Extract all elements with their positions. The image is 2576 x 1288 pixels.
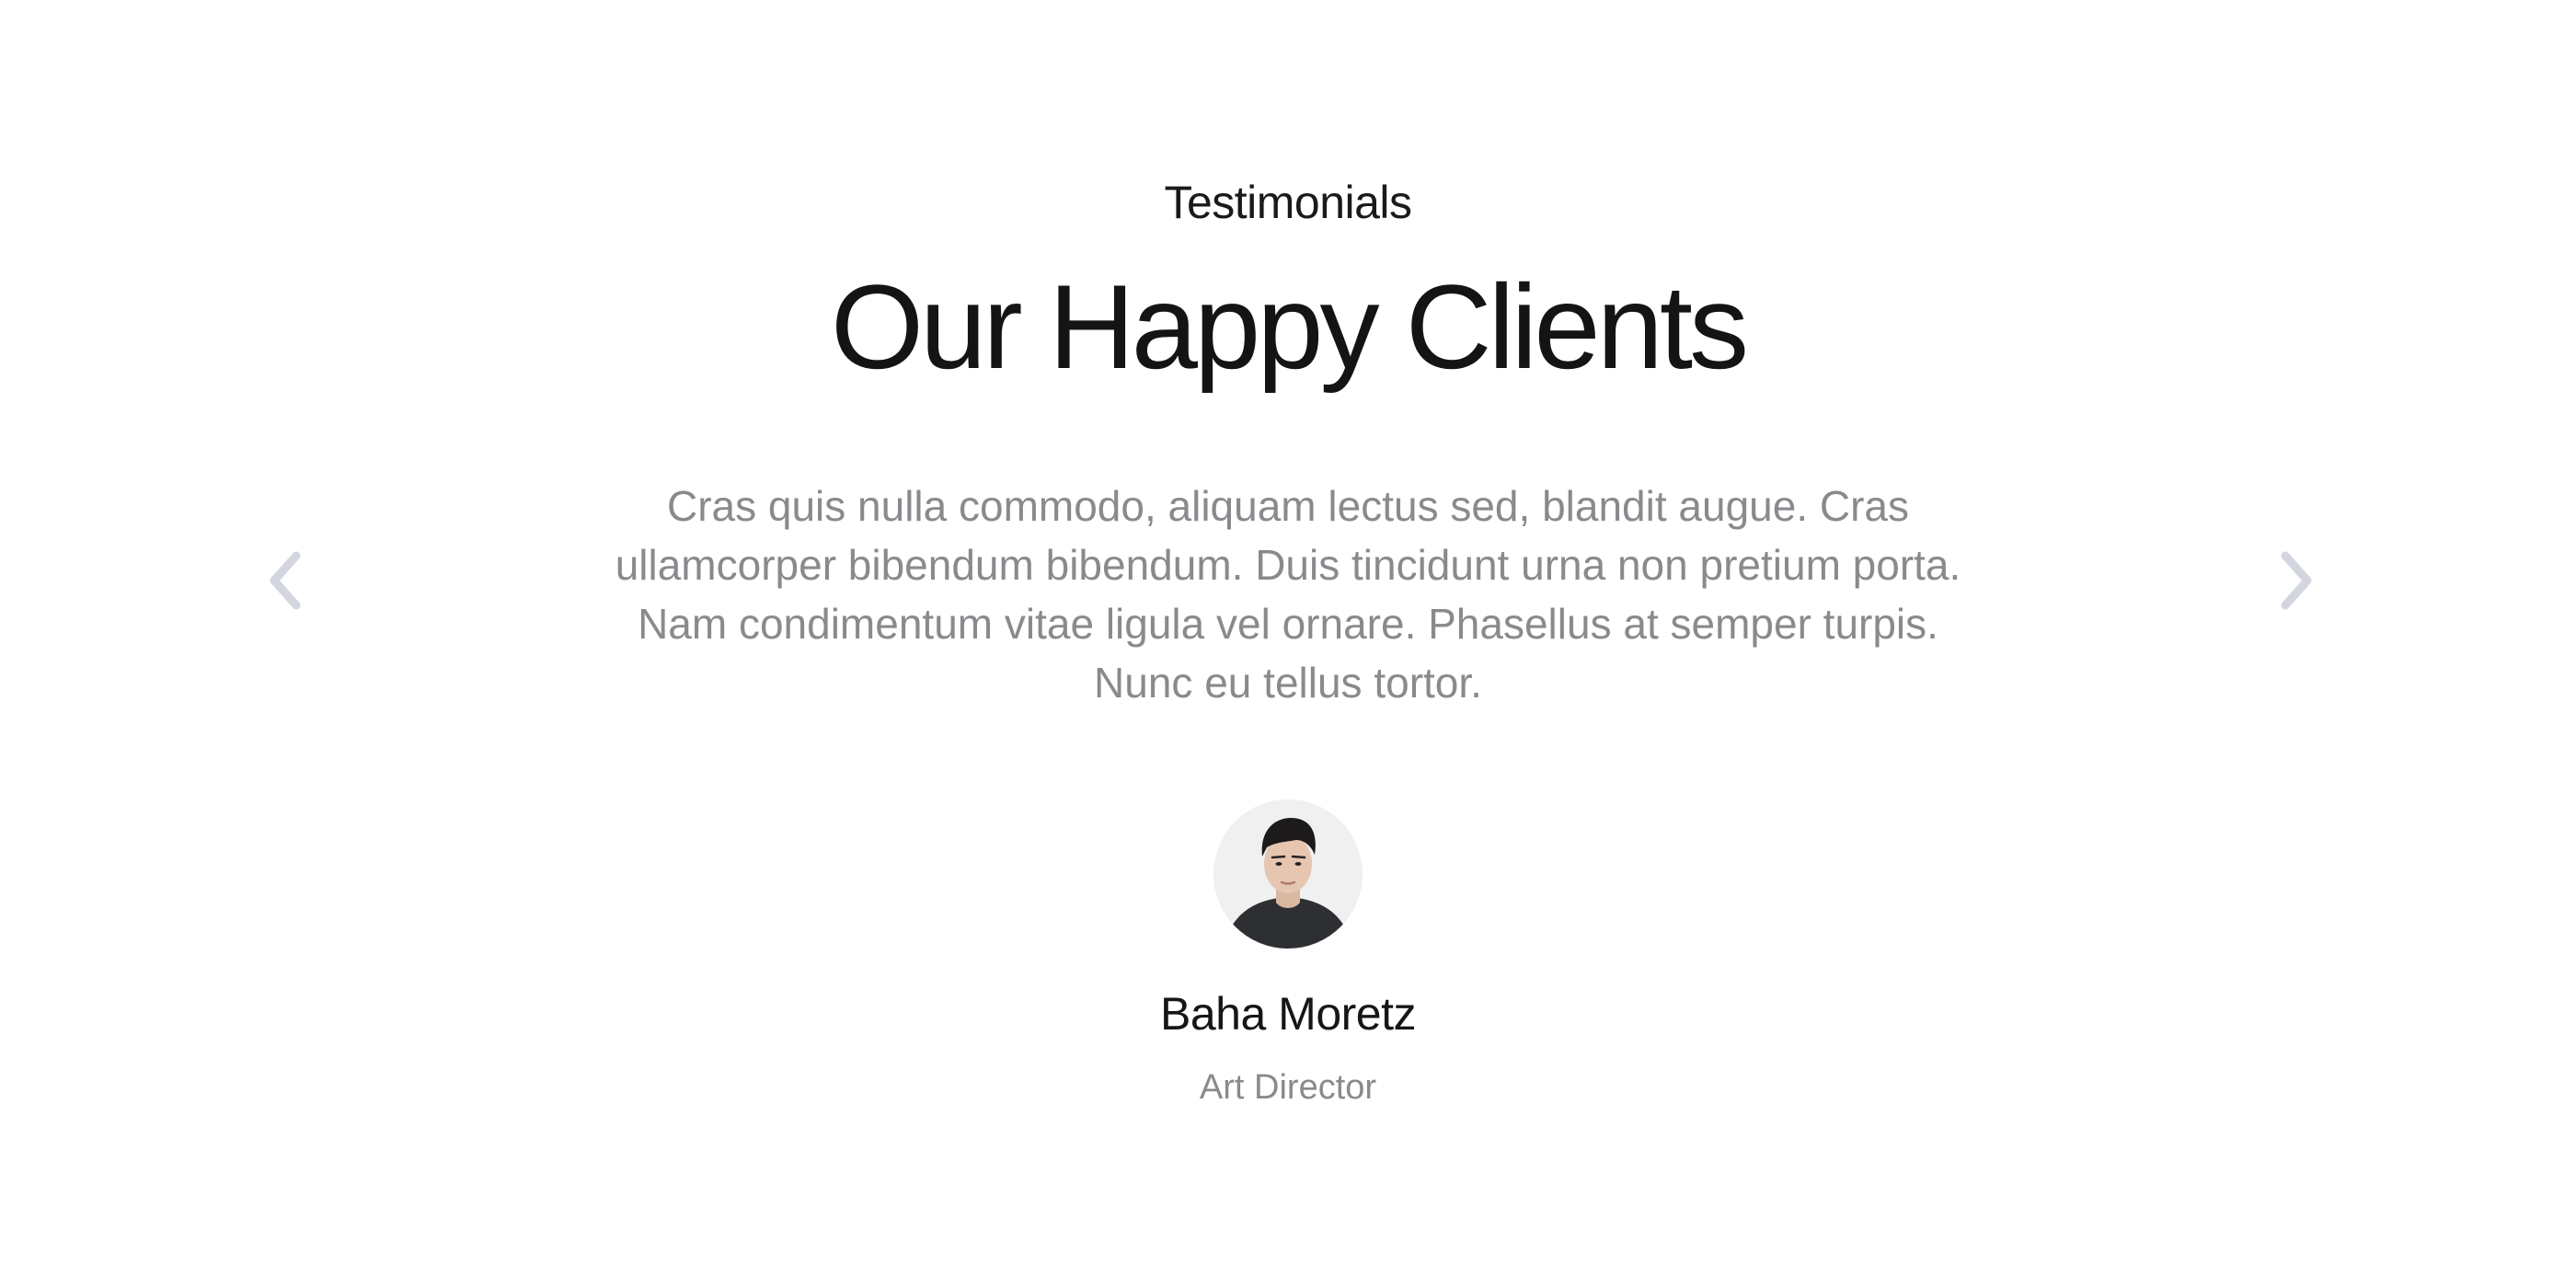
carousel-next-button[interactable] bbox=[2269, 548, 2324, 613]
section-eyebrow: Testimonials bbox=[1164, 177, 1412, 228]
author-avatar bbox=[1213, 799, 1363, 949]
section-title: Our Happy Clients bbox=[830, 259, 1749, 394]
testimonials-section: Testimonials Our Happy Clients Cras quis… bbox=[0, 0, 2576, 1288]
carousel-prev-button[interactable] bbox=[258, 548, 313, 613]
chevron-right-icon bbox=[2269, 548, 2324, 613]
testimonial-quote: Cras quis nulla commodo, aliquam lectus … bbox=[615, 482, 1961, 707]
author-name: Baha Moretz bbox=[1160, 988, 1416, 1040]
chevron-left-icon bbox=[258, 548, 313, 613]
author-role: Art Director bbox=[1199, 1068, 1377, 1107]
